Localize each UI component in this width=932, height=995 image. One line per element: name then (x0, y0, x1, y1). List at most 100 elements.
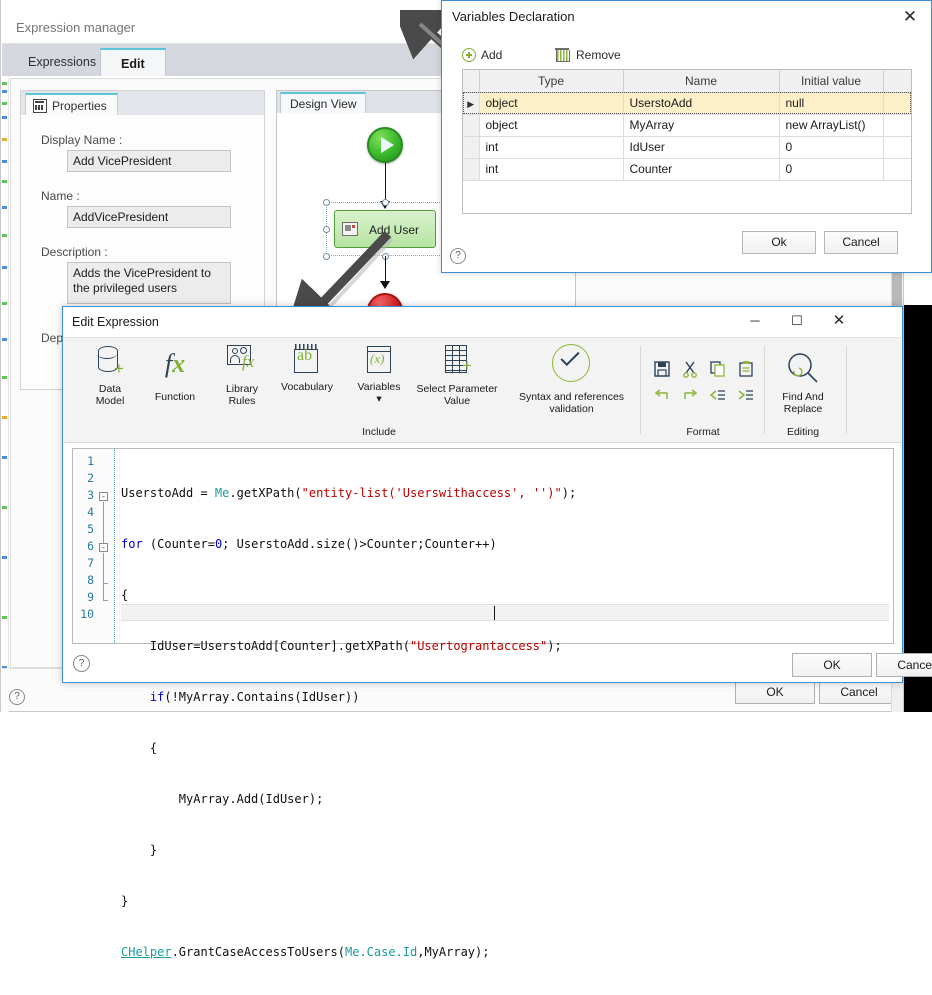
row-selector[interactable] (463, 136, 480, 159)
syntax-validation-button[interactable]: Syntax and references validation (509, 342, 634, 415)
variables-ok-button[interactable]: Ok (742, 231, 816, 254)
remove-variable-button[interactable]: Remove (554, 45, 621, 65)
cell-type[interactable]: int (479, 158, 624, 181)
library-rules-button[interactable]: fx Library Rules (210, 344, 274, 407)
line-number: 2 (87, 471, 94, 485)
row-selector[interactable] (463, 158, 480, 181)
vocabulary-button[interactable]: ab Vocabulary (272, 344, 342, 393)
cell-initial-value[interactable]: new ArrayList() (779, 114, 884, 137)
cell-initial-value[interactable]: 0 (779, 158, 884, 181)
select-parameter-value-button[interactable]: + Select Parameter Value (402, 344, 512, 407)
line-number: 5 (87, 522, 94, 536)
close-icon[interactable]: ✕ (818, 307, 860, 335)
row-caret-icon: ▶ (467, 99, 475, 109)
library-rules-label-2: Rules (228, 395, 256, 407)
cell-name[interactable]: Counter (623, 158, 780, 181)
resize-handle-nw[interactable] (323, 199, 330, 206)
remove-button-label: Remove (576, 48, 621, 62)
paste-icon[interactable] (737, 360, 755, 378)
cell-initial-value[interactable]: 0 (779, 136, 884, 159)
variables-declaration-dialog: Variables Declaration ✕ Add Remove Type … (441, 0, 932, 273)
find-and-replace-button[interactable]: Find And Replace (770, 352, 836, 415)
function-button[interactable]: fx Function (140, 344, 210, 403)
add-variable-button[interactable]: Add (462, 45, 502, 65)
resize-handle-sw[interactable] (323, 253, 330, 260)
line-number: 6 (87, 539, 94, 553)
help-icon-variables[interactable]: ? (450, 248, 466, 264)
cell-name[interactable]: MyArray (623, 114, 780, 137)
variables-cancel-button[interactable]: Cancel (824, 231, 898, 254)
help-icon-outer[interactable]: ? (9, 689, 25, 705)
save-icon[interactable] (653, 360, 671, 378)
variables-dialog-title: Variables Declaration (452, 9, 575, 24)
table-header-row: Type Name Initial value (463, 70, 911, 93)
properties-tab-label: Properties (52, 99, 107, 113)
document-marker-strip (1, 76, 9, 712)
fold-toggle-icon[interactable]: - (99, 543, 108, 552)
syntax-validation-label-2: validation (549, 403, 594, 415)
indent-icon[interactable] (737, 386, 755, 404)
help-icon-edit-expression[interactable]: ? (73, 655, 90, 672)
undo-icon[interactable] (653, 386, 671, 404)
ribbon-separator-1 (640, 346, 641, 434)
cell-initial-value[interactable]: null (779, 92, 884, 115)
cell-type[interactable]: object (479, 92, 624, 115)
maximize-icon[interactable]: ☐ (776, 307, 818, 335)
variables-icon: (x) (364, 344, 394, 376)
syntax-validation-icon (550, 342, 594, 386)
column-header-name[interactable]: Name (623, 70, 780, 93)
row-selector[interactable]: ▶ (463, 92, 480, 115)
resize-handle-n[interactable] (382, 199, 389, 206)
code-text[interactable]: UserstoAdd = Me.getXPath("entity-list('U… (121, 451, 891, 959)
syntax-validation-label-1: Syntax and references (518, 391, 625, 403)
table-row[interactable]: object MyArray new ArrayList() (463, 114, 911, 137)
data-model-icon: + (95, 344, 125, 378)
line-number: 4 (87, 505, 94, 519)
edit-ok-button[interactable]: OK (792, 653, 872, 677)
code-line: if(!MyArray.Contains(IdUser)) (149, 690, 360, 704)
cell-type[interactable]: int (479, 136, 624, 159)
line-number: 3 (87, 488, 94, 502)
function-icon: fx (164, 349, 186, 378)
outdent-icon[interactable] (709, 386, 727, 404)
vocabulary-icon: ab (292, 344, 322, 376)
data-model-label-2: Model (95, 395, 125, 407)
tab-edit[interactable]: Edit (100, 48, 166, 76)
edit-dialog-titlebar: Edit Expression ─ ☐ ✕ (63, 307, 902, 337)
column-header-initial-value[interactable]: Initial value (779, 70, 884, 93)
table-row[interactable]: int IdUser 0 (463, 136, 911, 159)
variables-table[interactable]: Type Name Initial value ▶ object Usersto… (462, 69, 912, 214)
tab-properties[interactable]: Properties (25, 93, 118, 115)
redo-icon[interactable] (681, 386, 699, 404)
table-row[interactable]: int Counter 0 (463, 158, 911, 181)
data-model-button[interactable]: + Data Model (78, 344, 142, 407)
flow-activity-node-add-user[interactable]: Add User (334, 210, 436, 248)
edit-cancel-button[interactable]: Cancel (876, 653, 932, 677)
page-title: Expression manager (16, 20, 136, 35)
tab-design-view[interactable]: Design View (280, 92, 367, 113)
cell-type[interactable]: object (479, 114, 624, 137)
copy-icon[interactable] (709, 360, 727, 378)
code-editor[interactable]: 1 2 3 4 5 6 7 8 9 10 - - UserstoAdd = Me… (72, 448, 894, 959)
cell-name[interactable]: UserstoAdd (623, 92, 780, 115)
screen-void-region (904, 305, 932, 712)
fold-guide (103, 553, 104, 600)
name-field[interactable]: AddVicePresident (67, 206, 231, 228)
line-number: 7 (87, 556, 94, 570)
close-icon[interactable]: ✕ (893, 3, 927, 31)
fold-toggle-icon[interactable]: - (99, 492, 108, 501)
display-name-field[interactable]: Add VicePresident (67, 150, 231, 172)
description-field[interactable]: Adds the VicePresident to the privileged… (67, 262, 231, 304)
row-selector[interactable] (463, 114, 480, 137)
select-parameter-value-icon: + (441, 344, 473, 378)
cell-name[interactable]: IdUser (623, 136, 780, 159)
code-line: } (121, 894, 129, 908)
column-header-type[interactable]: Type (479, 70, 624, 93)
table-row[interactable]: ▶ object UserstoAdd null (463, 92, 911, 115)
resize-handle-w[interactable] (323, 226, 330, 233)
minimize-icon[interactable]: ─ (734, 307, 776, 335)
code-line: { (121, 588, 129, 602)
flow-start-node[interactable] (367, 127, 403, 163)
cell-filler (883, 92, 911, 115)
cut-icon[interactable] (681, 360, 699, 378)
